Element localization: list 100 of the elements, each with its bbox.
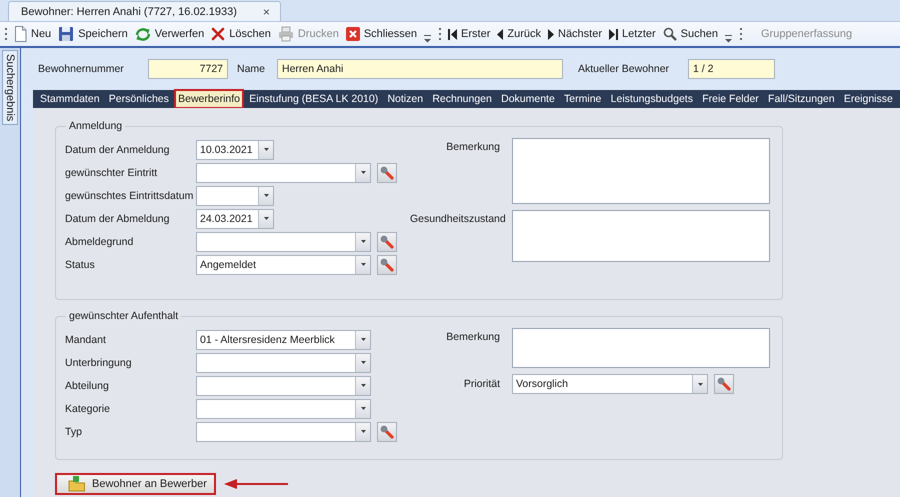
tab[interactable]: Fall/Sitzungen bbox=[764, 89, 839, 109]
tab[interactable]: Stammdaten bbox=[36, 89, 104, 109]
tab[interactable]: Leistungsbudgets bbox=[606, 89, 697, 109]
dropdown-field[interactable] bbox=[196, 422, 371, 442]
tab[interactable]: Termine bbox=[560, 89, 606, 109]
caret-icon bbox=[360, 263, 366, 266]
close-icon bbox=[346, 27, 360, 41]
field-label: Datum der Anmeldung bbox=[65, 144, 170, 156]
wrench-icon bbox=[380, 424, 394, 438]
grip-icon[interactable] bbox=[738, 27, 742, 41]
field-label: gewünschter Eintritt bbox=[65, 166, 158, 178]
dropdown-button[interactable] bbox=[355, 376, 370, 394]
dropdown-field[interactable] bbox=[196, 162, 371, 182]
toolbar-button[interactable]: Speichern bbox=[58, 24, 128, 44]
tab[interactable]: Rechnungen bbox=[428, 89, 496, 109]
folder-icon bbox=[68, 476, 86, 492]
side-tab[interactable]: Suchergebnis bbox=[2, 50, 18, 126]
dropdown-button[interactable] bbox=[355, 256, 370, 274]
field-label: Abmeldegrund bbox=[65, 236, 134, 248]
field-label: Mandant bbox=[65, 334, 107, 346]
close-button[interactable]: × bbox=[262, 4, 270, 18]
tab[interactable]: Bewerberinfo bbox=[174, 89, 244, 109]
tab[interactable]: Ereignisse bbox=[840, 89, 897, 109]
dropdown-button[interactable] bbox=[692, 375, 707, 393]
dropdown-button[interactable] bbox=[258, 140, 273, 158]
document-icon bbox=[14, 26, 27, 42]
field-label: Bemerkung bbox=[445, 140, 501, 153]
dropdown-field[interactable] bbox=[196, 398, 371, 418]
cross-icon bbox=[211, 27, 226, 41]
caret-icon bbox=[264, 217, 268, 220]
field-label: Status bbox=[65, 258, 96, 270]
caret-icon bbox=[360, 240, 366, 243]
group-title: gewünschter Aufenthalt bbox=[68, 310, 180, 322]
tab[interactable]: Persönliches bbox=[104, 89, 173, 109]
wrench-icon bbox=[717, 377, 731, 391]
toolbar-button[interactable]: Löschen bbox=[211, 24, 271, 44]
add-applicant-button[interactable]: Bewohner an Bewerber bbox=[55, 473, 216, 495]
tab[interactable]: Freie Felder bbox=[698, 89, 763, 109]
caret-icon bbox=[360, 361, 366, 364]
dropdown-button[interactable] bbox=[355, 232, 370, 250]
toolbar-button[interactable]: Nächster bbox=[548, 24, 602, 44]
grip-icon[interactable] bbox=[4, 27, 7, 41]
dropdown-field[interactable]: 01 - Altersresidenz Meerblick bbox=[196, 330, 371, 350]
field-label: Gesundheitszustand bbox=[410, 212, 507, 225]
caret-icon bbox=[698, 382, 702, 386]
tab[interactable]: Einstufung (BESA LK 2010) bbox=[245, 89, 382, 109]
caret-icon bbox=[360, 430, 366, 433]
dropdown-button[interactable] bbox=[355, 164, 370, 182]
search-icon bbox=[662, 27, 677, 41]
date-field[interactable]: 24.03.2021 bbox=[196, 208, 274, 228]
caret-icon bbox=[360, 384, 366, 387]
field-label: Aktueller Bewohner bbox=[578, 63, 670, 75]
dropdown-button[interactable] bbox=[355, 354, 370, 372]
document-tab[interactable]: Bewohner: Herren Anahi (7727, 16.02.1933) × bbox=[8, 1, 281, 21]
toolbar-button[interactable]: Zurück bbox=[497, 24, 541, 44]
dropdown-field[interactable] bbox=[196, 352, 371, 372]
dropdown-field[interactable]: Angemeldet bbox=[196, 254, 371, 274]
wrench-icon bbox=[380, 234, 394, 248]
field-label: Abteilung bbox=[65, 380, 110, 392]
toolbar-button[interactable]: Verwerfen bbox=[134, 24, 204, 44]
printer-icon bbox=[278, 26, 294, 42]
lookup-button[interactable] bbox=[377, 162, 397, 182]
text-field[interactable]: Herren Anahi bbox=[277, 59, 563, 79]
overflow-icon[interactable] bbox=[724, 35, 732, 43]
caret-icon bbox=[360, 407, 366, 410]
dropdown-button[interactable] bbox=[258, 210, 273, 228]
field-label: Bewohnernummer bbox=[38, 63, 125, 75]
tab[interactable]: Dokumente bbox=[497, 89, 559, 109]
dropdown-field[interactable] bbox=[196, 232, 371, 252]
group-title: Anmeldung bbox=[68, 120, 124, 132]
toolbar-button[interactable]: Suchen bbox=[662, 24, 718, 44]
date-field[interactable] bbox=[196, 186, 274, 206]
triangle-right-icon bbox=[548, 28, 554, 40]
lookup-button[interactable] bbox=[377, 232, 397, 252]
dropdown-button[interactable] bbox=[355, 330, 370, 348]
dropdown-button[interactable] bbox=[355, 400, 370, 418]
dropdown-field[interactable] bbox=[196, 376, 371, 396]
text-field[interactable]: 1 / 2 bbox=[688, 59, 775, 79]
overflow-icon[interactable] bbox=[424, 35, 432, 43]
toolbar-button[interactable]: Schliessen bbox=[346, 24, 418, 44]
tab[interactable]: Notizen bbox=[383, 89, 428, 109]
dropdown-button[interactable] bbox=[355, 422, 370, 440]
caret-icon bbox=[360, 338, 366, 341]
caret-icon bbox=[360, 171, 366, 174]
dropdown-button[interactable] bbox=[258, 186, 273, 204]
field-label: Bemerkung bbox=[445, 330, 501, 343]
lookup-button[interactable] bbox=[714, 374, 734, 394]
skip-start-icon bbox=[448, 28, 458, 40]
lookup-button[interactable] bbox=[377, 254, 397, 274]
toolbar-button[interactable]: Erster bbox=[448, 24, 490, 44]
field-label: Name bbox=[237, 63, 266, 75]
date-field[interactable]: 10.03.2021 bbox=[196, 140, 274, 160]
text-field[interactable]: 7727 bbox=[148, 59, 228, 79]
annotation-arrow bbox=[224, 478, 288, 490]
toolbar-button[interactable]: Neu bbox=[14, 24, 52, 44]
grip-icon[interactable] bbox=[438, 27, 442, 41]
save-icon bbox=[58, 26, 74, 42]
toolbar-button[interactable]: Letzter bbox=[609, 24, 656, 44]
lookup-button[interactable] bbox=[377, 422, 397, 442]
dropdown-field[interactable]: Vorsorglich bbox=[512, 374, 708, 394]
